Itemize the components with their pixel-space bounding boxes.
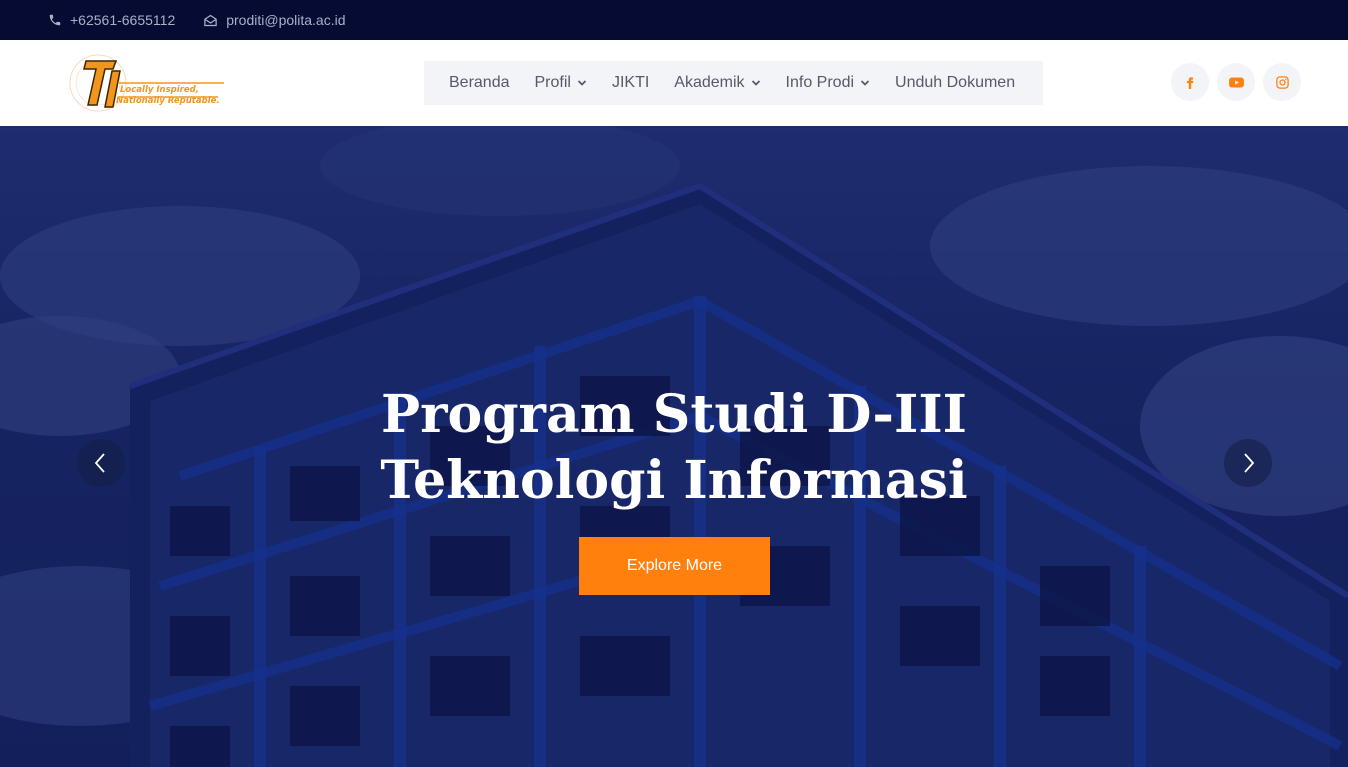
nav-label: Beranda xyxy=(449,74,510,91)
explore-more-button[interactable]: Explore More xyxy=(579,537,770,595)
logo-tagline-1: Locally Inspired, xyxy=(120,85,199,95)
nav-label: Akademik xyxy=(674,74,745,91)
chevron-right-icon xyxy=(1244,453,1255,473)
nav-item-info-prodi[interactable]: Info Prodi xyxy=(786,74,870,92)
instagram-icon xyxy=(1275,75,1289,89)
instagram-button[interactable] xyxy=(1263,63,1301,101)
youtube-icon xyxy=(1228,77,1244,87)
hero-carousel: Program Studi D-III Teknologi Informasi … xyxy=(0,126,1348,767)
contact-phone[interactable]: +62561-6655112 xyxy=(48,12,175,28)
nav-item-jikti[interactable]: JIKTI xyxy=(612,74,649,92)
top-bar: +62561-6655112 proditi@polita.ac.id xyxy=(0,0,1348,40)
hero-title-line-1: Program Studi D-III xyxy=(381,384,967,445)
social-links xyxy=(1171,63,1309,101)
nav-item-beranda[interactable]: Beranda xyxy=(449,74,510,92)
youtube-button[interactable] xyxy=(1217,63,1255,101)
envelope-open-icon xyxy=(204,14,217,26)
hero-title-line-2: Teknologi Informasi xyxy=(380,450,968,511)
facebook-button[interactable] xyxy=(1171,63,1209,101)
chevron-down-icon xyxy=(860,80,870,86)
chevron-down-icon xyxy=(751,80,760,86)
nav-item-unduh-dokumen[interactable]: Unduh Dokumen xyxy=(895,74,1015,92)
contact-email[interactable]: proditi@polita.ac.id xyxy=(203,12,346,28)
carousel-next-button[interactable] xyxy=(1224,439,1272,487)
nav-item-akademik[interactable]: Akademik xyxy=(674,74,760,92)
nav-label: Info Prodi xyxy=(785,74,855,91)
site-header: Locally Inspired, Nationally Reputable. … xyxy=(0,40,1348,126)
chevron-left-icon xyxy=(94,453,105,473)
phone-text: +62561-6655112 xyxy=(70,12,176,28)
hero-title: Program Studi D-III Teknologi Informasi xyxy=(324,382,1024,514)
chevron-down-icon xyxy=(577,80,587,86)
carousel-prev-button[interactable] xyxy=(77,439,125,487)
main-nav: Beranda Profil JIKTI Akademik Info Prodi… xyxy=(424,61,1043,105)
site-logo[interactable]: Locally Inspired, Nationally Reputable. xyxy=(68,53,228,113)
nav-label: Unduh Dokumen xyxy=(895,74,1016,91)
facebook-icon xyxy=(1187,77,1194,89)
phone-icon xyxy=(49,14,61,26)
email-text: proditi@polita.ac.id xyxy=(226,12,346,28)
nav-label: Profil xyxy=(534,74,571,91)
nav-item-profil[interactable]: Profil xyxy=(535,74,587,92)
nav-label: JIKTI xyxy=(611,74,650,91)
logo-tagline-2: Nationally Reputable. xyxy=(116,96,220,106)
